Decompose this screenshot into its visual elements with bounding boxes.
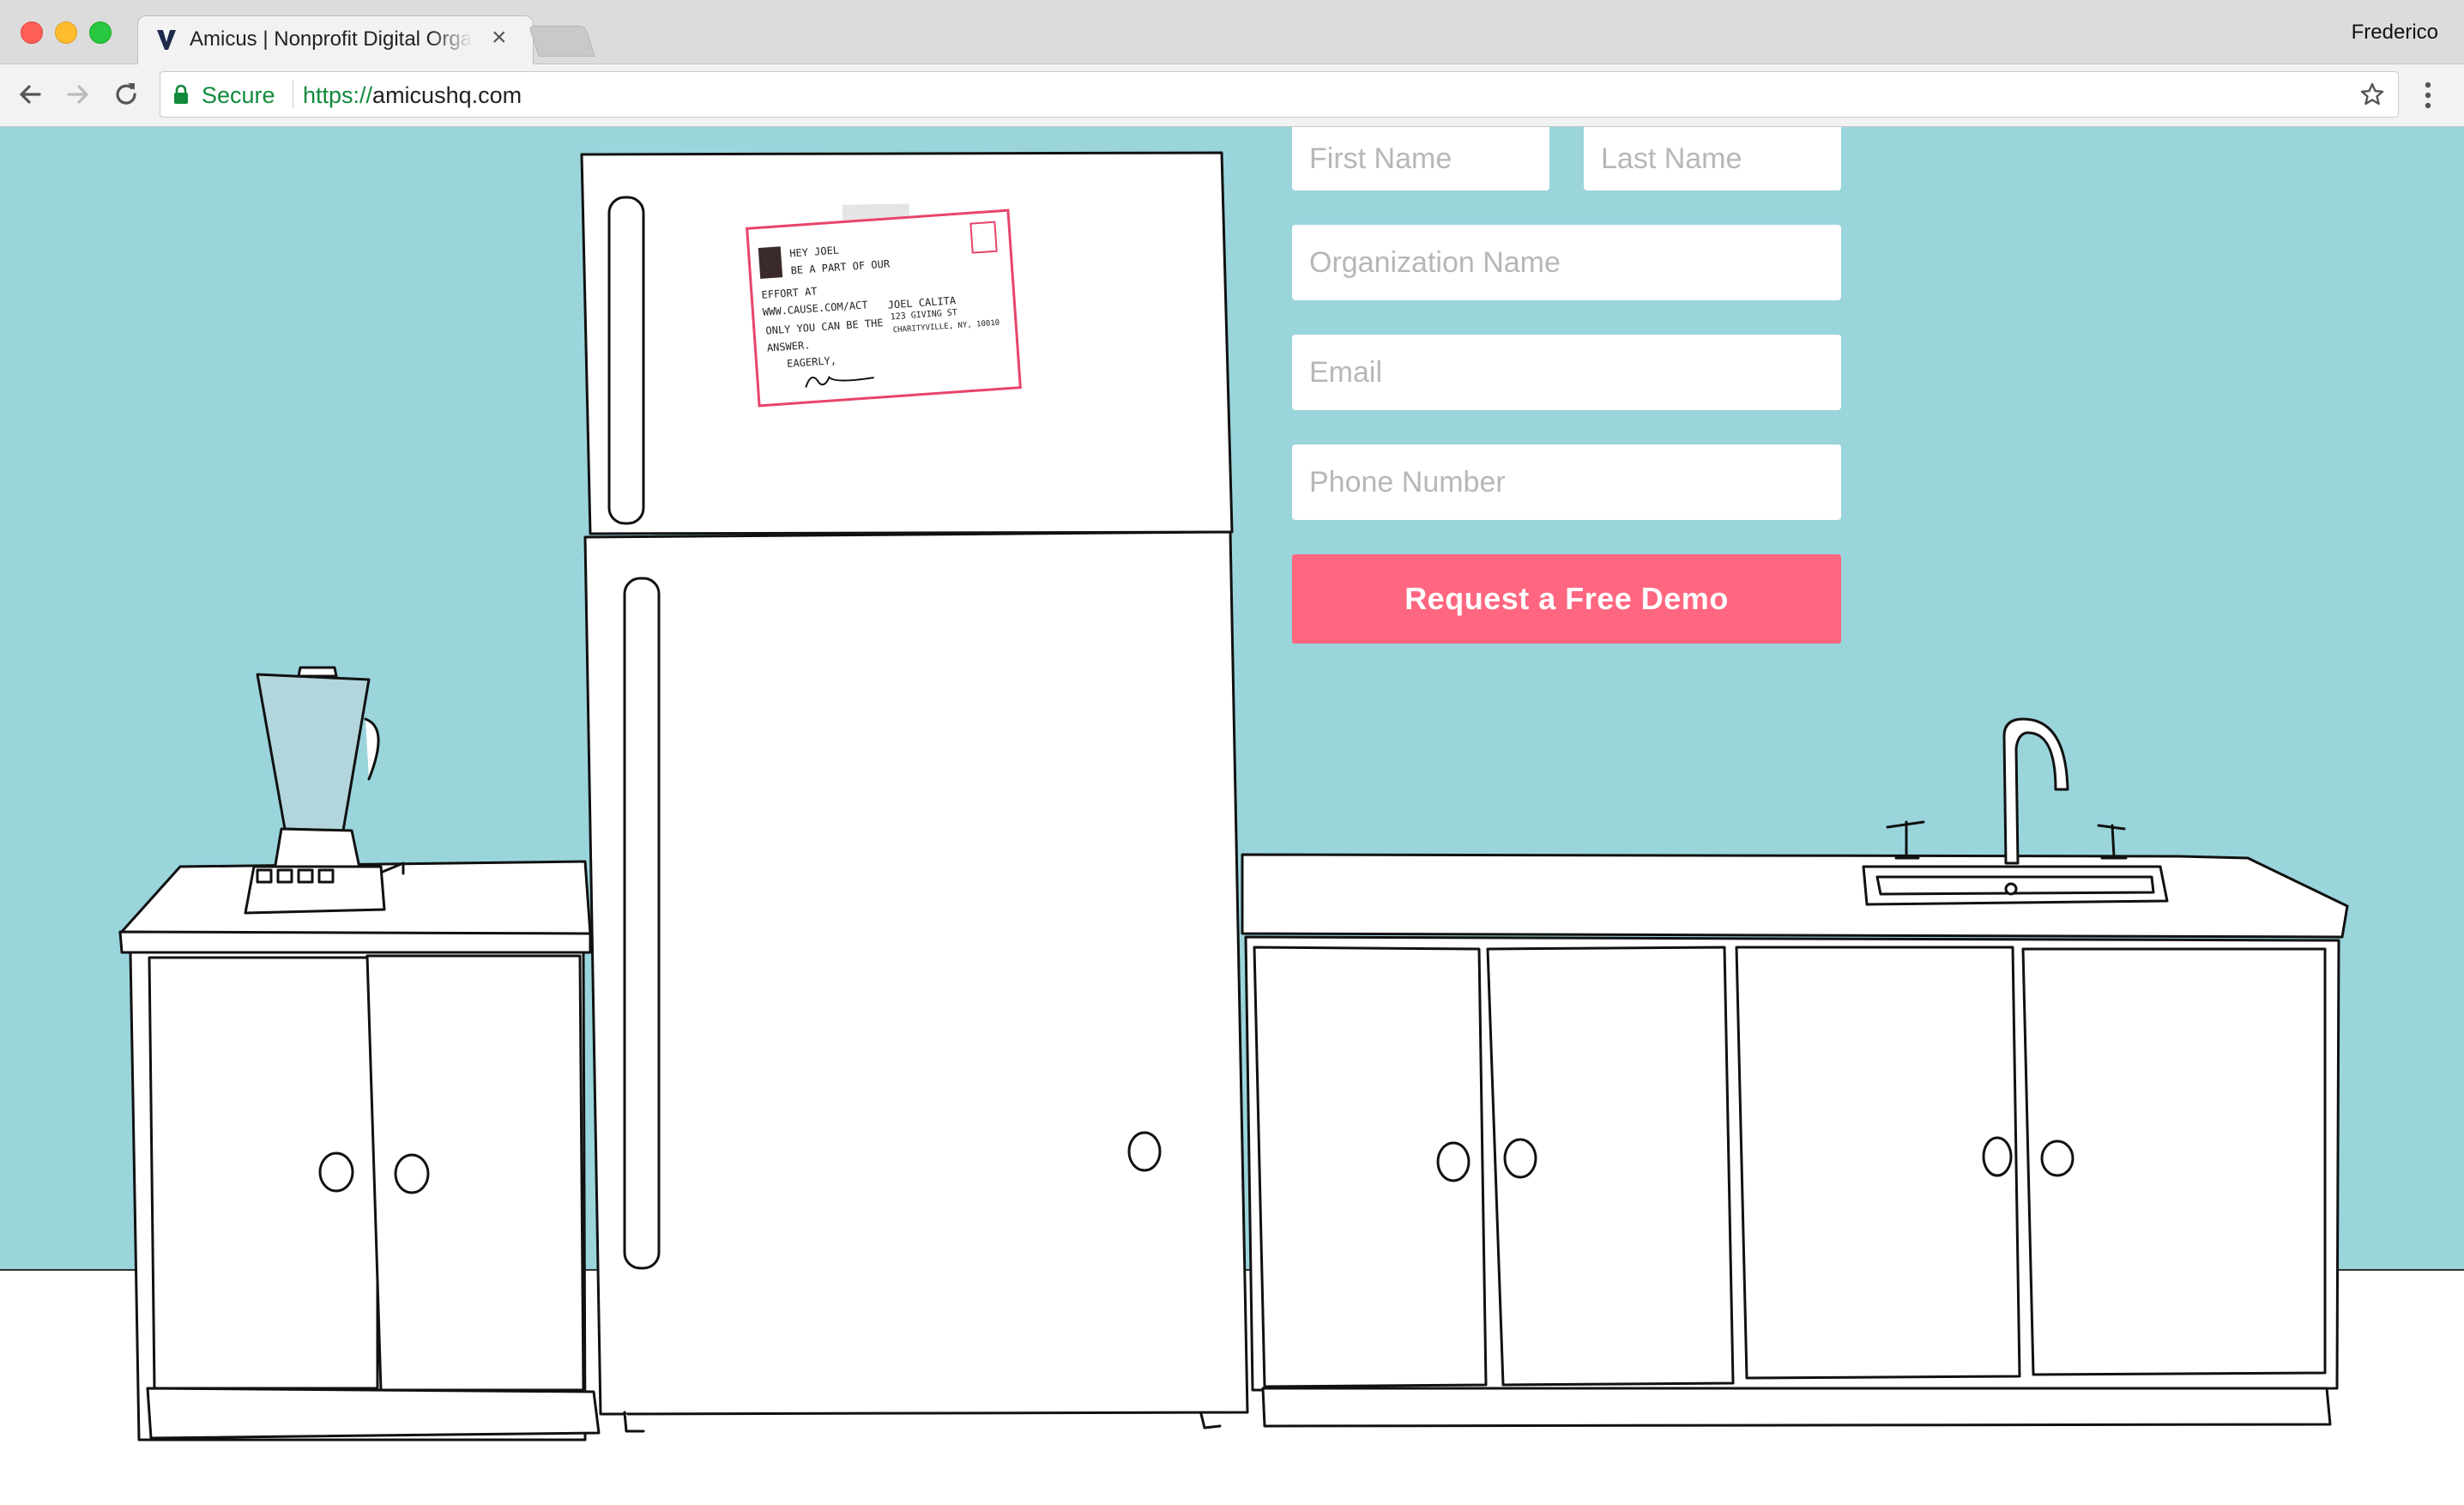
profile-name[interactable]: Frederico [2352, 21, 2438, 45]
tab-close-icon[interactable]: × [492, 23, 507, 52]
amicus-favicon-icon [157, 30, 176, 50]
back-arrow-icon[interactable] [14, 78, 46, 111]
postcard-address: Charityville, NY, 10010 [892, 318, 1000, 335]
new-tab-button[interactable] [528, 26, 595, 57]
left-counter [118, 860, 601, 1442]
postcard-text: Be a part of our [790, 257, 891, 277]
browser-menu-icon[interactable] [2419, 80, 2437, 111]
reload-icon[interactable] [110, 78, 142, 111]
url-text[interactable]: https://amicushq.com [303, 82, 522, 109]
postcard-text: www.cause.com/act [762, 299, 869, 318]
postcard-stamp [969, 221, 998, 254]
url-host: amicushq.com [372, 82, 522, 108]
page-content: Hey Joel Be a part of our effort at www.… [0, 127, 2464, 1505]
forward-arrow-icon[interactable] [62, 78, 94, 111]
postcard-illustration: Hey Joel Be a part of our effort at www.… [746, 209, 1022, 408]
browser-toolbar: Secure https://amicushq.com [0, 64, 2464, 127]
window-zoom-button[interactable] [89, 21, 112, 44]
kitchen-illustration [118, 151, 2349, 1442]
browser-tab-active[interactable]: Amicus | Nonprofit Digital Organizing × [137, 15, 534, 65]
request-demo-button[interactable]: Request a Free Demo [1292, 554, 1841, 644]
postcard-text: answer. [766, 339, 811, 354]
postcard-text: Hey Joel [788, 244, 840, 260]
window-close-button[interactable] [21, 21, 43, 44]
url-scheme: https:// [303, 82, 373, 108]
last-name-input[interactable] [1584, 127, 1841, 190]
address-bar[interactable]: Secure https://amicushq.com [160, 71, 2399, 118]
lock-icon [174, 84, 188, 104]
email-input[interactable] [1292, 335, 1841, 410]
bookmark-star-icon[interactable] [2358, 81, 2386, 108]
organization-name-input[interactable] [1292, 225, 1841, 300]
secure-label: Secure [202, 82, 275, 108]
postcard-signature [805, 375, 874, 388]
phone-number-input[interactable] [1292, 444, 1841, 520]
postcard-photo [758, 246, 783, 279]
tab-title: Amicus | Nonprofit Digital Organizing [190, 27, 473, 51]
browser-tab-bar: Amicus | Nonprofit Digital Organizing × … [0, 0, 2464, 65]
postcard-text: Only you can be the [765, 317, 884, 337]
right-counter-with-sink [1241, 717, 2349, 1428]
first-name-input[interactable] [1292, 127, 1549, 190]
blender-illustration [244, 666, 405, 915]
postcard-text: effort at [761, 285, 818, 301]
window-minimize-button[interactable] [55, 21, 77, 44]
